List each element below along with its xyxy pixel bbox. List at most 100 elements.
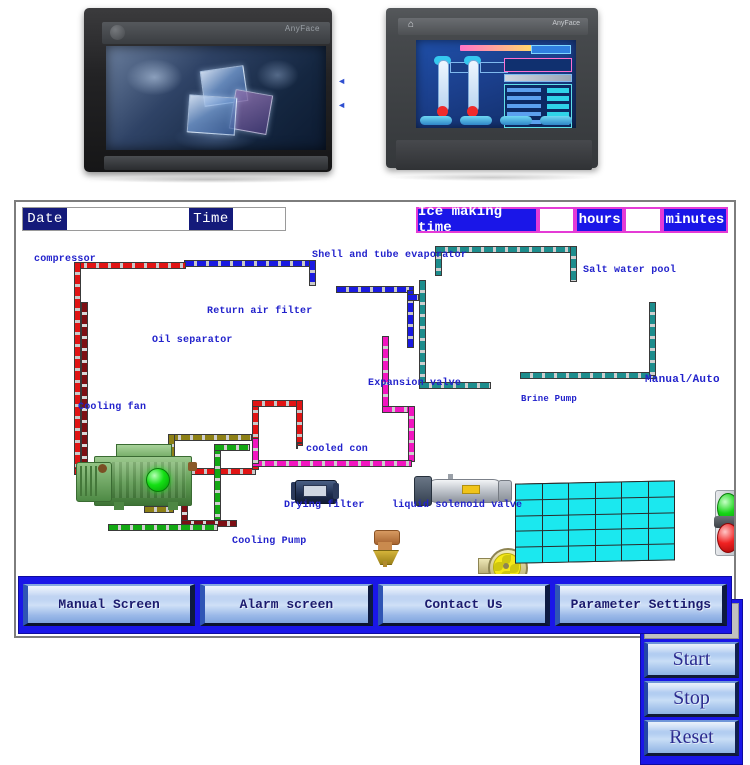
pool-cell [595,498,621,514]
manual-auto-indicator-lamp[interactable] [712,490,734,558]
pool-cell [648,544,674,560]
reset-button[interactable]: Reset [644,720,739,756]
pool-cell [542,515,568,531]
screenshot-root: AnyFace ◄ ◄ ⌂ AnyFace Date Time Ice maki… [0,0,750,765]
hmi-lower-bezel [104,156,328,170]
pool-cell [595,482,621,498]
hmi-logo-icon: ⌂ [408,19,415,30]
pipe-teal [520,372,656,379]
bottom-navigation-bar: Manual Screen Alarm screen Contact Us Pa… [18,576,732,634]
pipe-green [108,524,218,531]
photo-shadow [390,174,594,181]
screen-slider [504,74,572,82]
hmi-bezel: ⌂ AnyFace [386,8,598,170]
pipe-magenta [408,406,415,462]
pool-cell [569,498,595,515]
alarm-screen-button[interactable]: Alarm screen [200,584,373,626]
pipe-teal [649,302,656,376]
pipe-olive [168,434,252,441]
pipe-green [214,444,250,451]
pool-cell [595,514,621,530]
pool-cell [542,546,568,563]
pool-cell [542,530,568,547]
hmi-top-bar: AnyFace [102,22,330,44]
label-shell-tube-evaporator: Shell and tube evaporator [312,250,468,261]
manual-screen-button[interactable]: Manual Screen [23,584,196,626]
red-lamp-icon [717,523,734,553]
start-button[interactable]: Start [644,642,739,678]
label-cooled-con: cooled con [306,444,369,455]
stop-button[interactable]: Stop [644,681,739,717]
label-cooling-fan: Cooling fan [78,402,147,413]
hours-label: hours [575,207,624,233]
screen-title-bar [460,45,532,51]
pipe-blue [407,294,419,301]
pool-cell [622,481,648,498]
pool-cell [648,497,674,513]
ice-minutes-input[interactable] [623,207,662,233]
process-diagram-stage: Date Time Ice making time hours minutes [16,202,734,574]
pool-cell [595,545,621,561]
pool-cell [569,514,595,530]
pool-cell [622,497,648,514]
pipe-blue [309,260,316,286]
compressor-running-indicator [146,468,170,492]
pool-cell [569,546,595,562]
pool-cell [648,481,674,497]
pool-cell [648,512,674,529]
compressor-equipment[interactable] [76,442,197,516]
pool-cell [622,545,648,561]
label-drying-filter: Drying filter [284,500,365,511]
expansion-valve-equipment[interactable] [368,530,402,567]
ice-making-time-bar: Ice making time hours minutes [416,204,728,236]
hmi-top-bar: ⌂ AnyFace [398,18,588,35]
pool-cell [569,530,595,546]
pool-cell [516,484,542,500]
pipe-blue [336,286,414,293]
label-brine-pump: Brine Pump [521,394,578,404]
pipe-magenta [382,336,389,410]
pipe-teal [419,280,426,386]
date-label: Date [23,208,67,230]
pool-cell [648,528,674,545]
time-value-field[interactable] [233,208,285,230]
photo-shadow [90,176,328,183]
pipe-magenta [252,460,412,467]
pool-cell [595,529,621,546]
label-expansion-valve: Expansion valve [368,378,462,389]
product-photo-large-hmi: AnyFace ◄ ◄ [76,4,346,184]
compressor-suction-port [98,464,107,473]
label-return-air-filter: Return air filter [207,306,313,317]
time-label: Time [189,208,233,230]
product-photo-small-hmi: ⌂ AnyFace [380,4,604,184]
pipe-green [214,444,221,520]
thermometer-icon [468,60,479,112]
salt-water-pool [515,480,675,564]
pool-cell [516,531,542,547]
hmi-bezel: AnyFace [84,8,332,172]
pool-cell [516,547,542,563]
pipe-red [252,400,302,407]
pipe-magenta [252,438,259,464]
pool-cell [542,483,568,499]
compressor-discharge-port [188,462,197,471]
minutes-label: minutes [661,207,728,233]
dimension-arrow-icon: ◄ [337,100,346,110]
ice-hours-input[interactable] [537,207,576,233]
pipe-blue [184,260,316,267]
dimension-arrow-icon: ◄ [337,76,346,86]
date-value-field[interactable] [67,208,189,230]
hmi-screen [106,46,326,150]
label-manual-auto: Manual/Auto [645,374,720,386]
hmi-lower-bezel [396,140,592,170]
pool-cell [516,515,542,532]
hmi-brand-label: AnyFace [284,24,320,33]
parameter-settings-button[interactable]: Parameter Settings [554,584,727,626]
label-salt-water-pool: Salt water pool [583,265,677,276]
screen-tag [531,45,571,54]
hmi-brand-label: AnyFace [552,20,580,27]
pool-cell [622,513,648,529]
contact-us-button[interactable]: Contact Us [377,584,550,626]
label-cooling-pump: Cooling Pump [232,536,307,547]
label-liquid-solenoid-valve: liquid solenoid valve [392,500,523,511]
